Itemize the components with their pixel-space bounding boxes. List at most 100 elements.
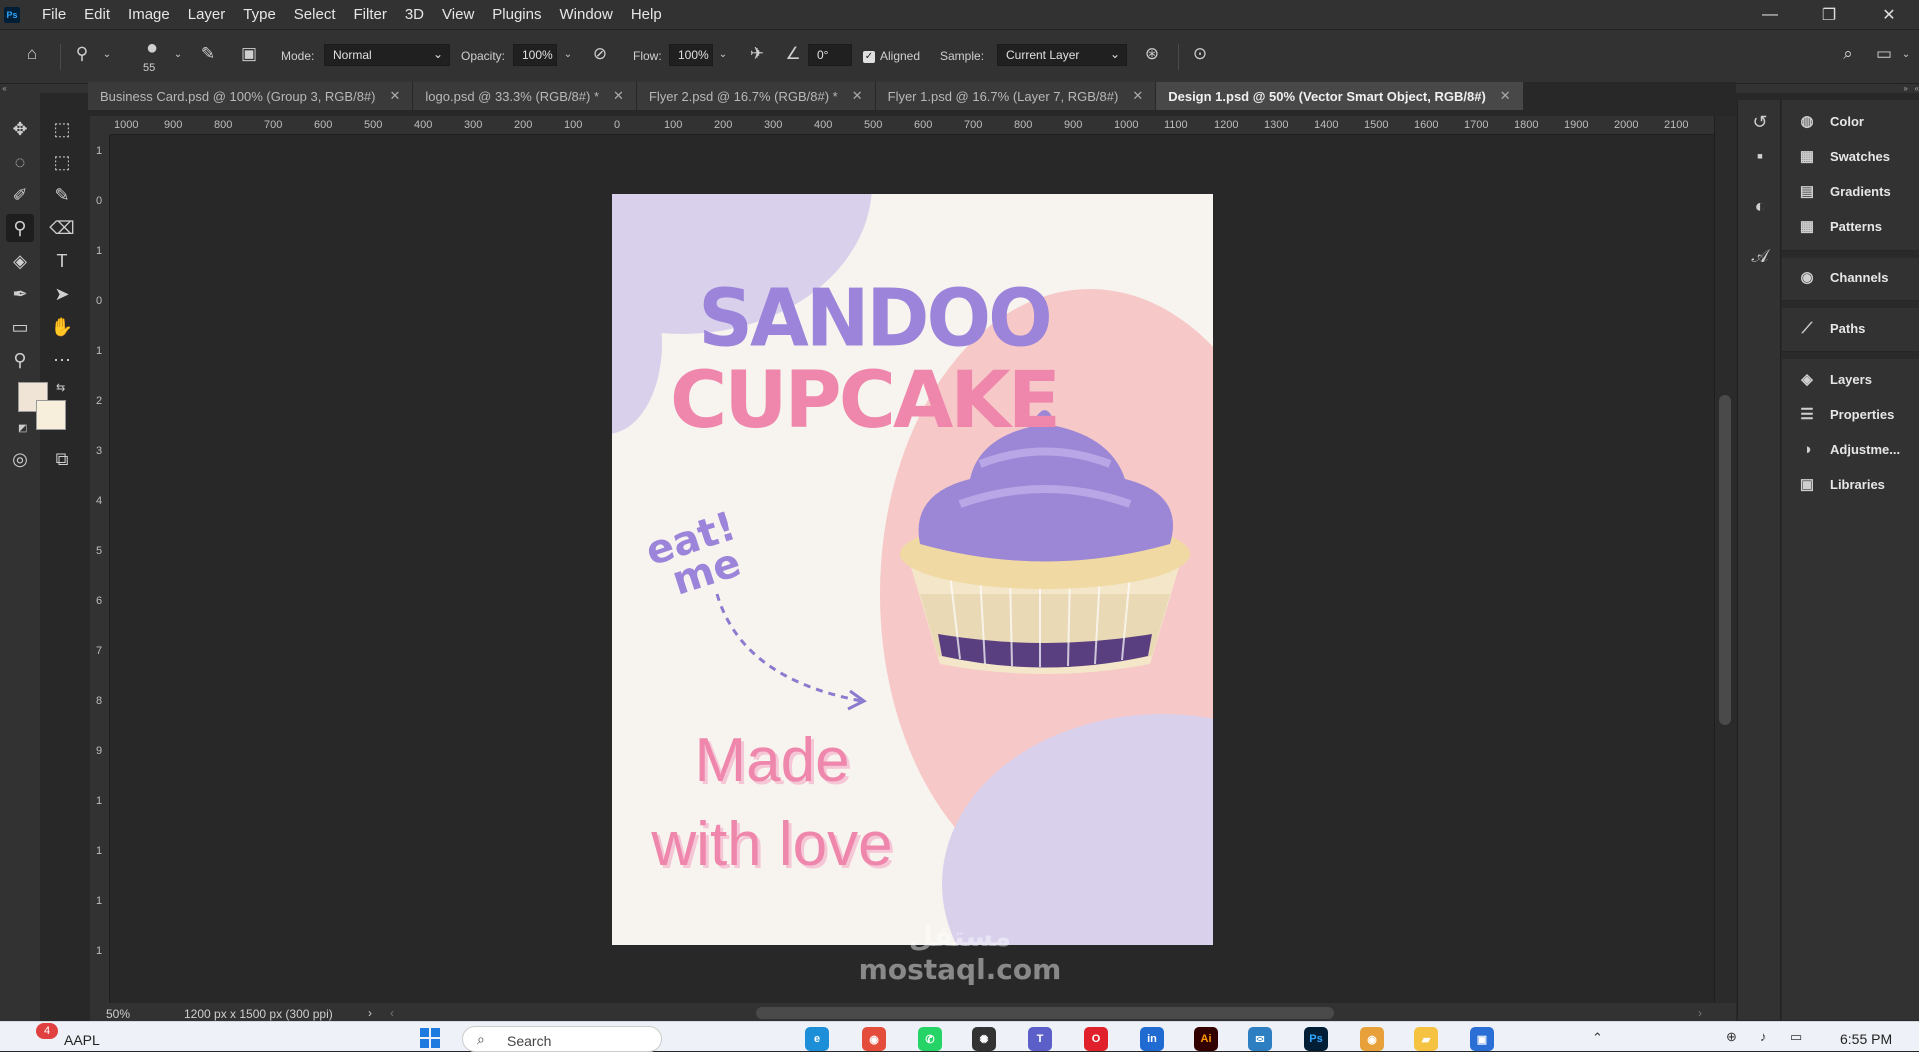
search-box[interactable]: ⌕ Search bbox=[462, 1026, 662, 1052]
home-icon[interactable]: ⌂ bbox=[20, 42, 44, 66]
menu-view[interactable]: View bbox=[442, 6, 474, 23]
screen-mode-icon[interactable]: ⧉ bbox=[48, 445, 76, 473]
workspace-icon[interactable]: ▭ bbox=[1872, 42, 1896, 66]
tab-business-card[interactable]: Business Card.psd @ 100% (Group 3, RGB/8… bbox=[88, 82, 414, 110]
lasso-tool-icon[interactable]: ◌ bbox=[6, 148, 34, 176]
marquee-tool-icon[interactable]: ⬚ bbox=[48, 115, 76, 143]
move-tool-icon[interactable]: ✥ bbox=[6, 115, 34, 143]
pressure-size-icon[interactable]: ⊙ bbox=[1188, 42, 1212, 66]
chrome-icon[interactable]: ◉ bbox=[862, 1027, 886, 1051]
sample-select[interactable]: Current Layer ⌄ bbox=[997, 44, 1127, 66]
store-icon[interactable]: ▣ bbox=[1470, 1027, 1494, 1051]
scroll-right-icon[interactable]: › bbox=[1698, 1006, 1702, 1020]
menu-file[interactable]: File bbox=[42, 6, 66, 23]
minimize-icon[interactable]: — bbox=[1747, 0, 1793, 29]
menu-help[interactable]: Help bbox=[631, 6, 662, 23]
scrollbar-thumb[interactable] bbox=[1719, 395, 1731, 725]
document-info[interactable]: 1200 px x 1500 px (300 ppi) bbox=[184, 1007, 333, 1021]
aligned-checkbox[interactable]: ✓ bbox=[863, 51, 875, 63]
photoshop-taskbar-icon[interactable]: Ps bbox=[1304, 1027, 1328, 1051]
scroll-left-icon[interactable]: ‹ bbox=[390, 1006, 394, 1020]
close-icon[interactable]: ✕ bbox=[1866, 0, 1912, 29]
stock-ticker[interactable]: AAPL bbox=[64, 1032, 100, 1048]
opacity-input[interactable]: 100% bbox=[513, 44, 557, 66]
menu-image[interactable]: Image bbox=[128, 6, 170, 23]
search-icon[interactable]: ⌕ bbox=[1836, 42, 1860, 66]
pressure-opacity-icon[interactable]: ⊘ bbox=[588, 42, 612, 66]
history-icon[interactable]: ↺ bbox=[1746, 108, 1774, 136]
clone-stamp-tool-icon[interactable]: ⚲ bbox=[6, 214, 34, 242]
chevron-down-icon[interactable]: ⌄ bbox=[1894, 42, 1918, 66]
rectangle-tool-icon[interactable]: ▭ bbox=[6, 313, 34, 341]
menu-filter[interactable]: Filter bbox=[354, 6, 387, 23]
quick-mask-icon[interactable]: ◎ bbox=[6, 445, 34, 473]
panel-adjustments[interactable]: ◑ Adjustme... bbox=[1796, 440, 1900, 458]
background-color-swatch[interactable] bbox=[36, 400, 66, 430]
eyedropper-tool-icon[interactable]: ✐ bbox=[6, 181, 34, 209]
object-select-tool-icon[interactable]: ⬚ bbox=[48, 148, 76, 176]
restore-icon[interactable]: ❐ bbox=[1806, 0, 1852, 29]
tray-chevron-icon[interactable]: ⌃ bbox=[1592, 1030, 1603, 1046]
panel-swatches[interactable]: ▦ Swatches bbox=[1796, 147, 1890, 165]
ignore-adjustment-layers-icon[interactable]: ⊛ bbox=[1140, 42, 1164, 66]
opera-icon[interactable]: O bbox=[1084, 1027, 1108, 1051]
paint-bucket-tool-icon[interactable]: ◈ bbox=[6, 247, 34, 275]
swap-colors-icon[interactable]: ⇆ bbox=[56, 381, 65, 394]
panel-paths[interactable]: ⟋ Paths bbox=[1796, 319, 1866, 337]
linkedin-icon[interactable]: in bbox=[1140, 1027, 1164, 1051]
pen-tool-icon[interactable]: ✒ bbox=[6, 280, 34, 308]
menu-plugins[interactable]: Plugins bbox=[492, 6, 541, 23]
mode-select[interactable]: Normal ⌄ bbox=[324, 44, 450, 66]
clone-stamp-tool-preset-icon[interactable]: ⚲ bbox=[70, 42, 94, 66]
tab-flyer-2[interactable]: Flyer 2.psd @ 16.7% (RGB/8#) * ✕ bbox=[636, 82, 876, 110]
brush-tool-icon[interactable]: ✎ bbox=[48, 181, 76, 209]
whatsapp-icon[interactable]: ✆ bbox=[918, 1027, 942, 1051]
airbrush-icon[interactable]: ✈ bbox=[745, 42, 769, 66]
glyphs-icon[interactable]: 𝒜 bbox=[1746, 242, 1774, 270]
zoom-level[interactable]: 50% bbox=[106, 1007, 130, 1021]
menu-3d[interactable]: 3D bbox=[405, 6, 424, 23]
default-colors-icon[interactable]: ◩ bbox=[18, 423, 27, 434]
file-explorer-icon[interactable]: ▰ bbox=[1414, 1027, 1438, 1051]
path-select-tool-icon[interactable]: ➤ bbox=[48, 280, 76, 308]
panel-properties[interactable]: ☰ Properties bbox=[1796, 405, 1894, 423]
chevron-right-icon[interactable]: › bbox=[368, 1006, 372, 1020]
document-canvas[interactable]: SANDOO CUPCAKE eat! me Made with love bbox=[612, 194, 1213, 945]
tab-design-1[interactable]: Design 1.psd @ 50% (Vector Smart Object,… bbox=[1156, 82, 1524, 110]
tab-logo[interactable]: logo.psd @ 33.3% (RGB/8#) * ✕ bbox=[413, 82, 637, 110]
chevron-down-icon[interactable]: ⌄ bbox=[166, 42, 190, 66]
vertical-ruler[interactable]: 1 0 1 0 1 2 3 4 5 6 7 8 9 1 1 1 1 bbox=[90, 135, 110, 1003]
menu-select[interactable]: Select bbox=[294, 6, 336, 23]
more-tools-icon[interactable]: ⋯ bbox=[48, 346, 76, 374]
eraser-tool-icon[interactable]: ⌫ bbox=[48, 214, 76, 242]
chatgpt-icon[interactable]: ✺ bbox=[972, 1027, 996, 1051]
clock-time[interactable]: 6:55 PM bbox=[1840, 1031, 1892, 1047]
clone-source-icon[interactable]: ▣ bbox=[237, 42, 261, 66]
panel-patterns[interactable]: ▦ Patterns bbox=[1796, 217, 1882, 235]
panel-color[interactable]: ◍ Color bbox=[1796, 112, 1864, 130]
hand-tool-icon[interactable]: ✋ bbox=[48, 313, 76, 341]
chevron-down-icon[interactable]: ⌄ bbox=[556, 42, 580, 66]
close-icon[interactable]: ✕ bbox=[1132, 88, 1143, 104]
edge-icon[interactable]: e bbox=[805, 1027, 829, 1051]
comments-icon[interactable]: ▪ bbox=[1746, 142, 1774, 170]
brush-settings-icon[interactable]: ✎ bbox=[196, 42, 220, 66]
windows-start-icon[interactable] bbox=[420, 1028, 440, 1048]
chevron-down-icon[interactable]: ⌄ bbox=[95, 42, 119, 66]
panel-libraries[interactable]: ▣ Libraries bbox=[1796, 475, 1885, 493]
flow-input[interactable]: 100% bbox=[669, 44, 713, 66]
panel-gradients[interactable]: ▤ Gradients bbox=[1796, 182, 1891, 200]
battery-icon[interactable]: ▭ bbox=[1790, 1029, 1802, 1045]
illustrator-icon[interactable]: Ai bbox=[1194, 1027, 1218, 1051]
chevron-down-icon[interactable]: ⌄ bbox=[711, 42, 735, 66]
horizontal-scrollbar-thumb[interactable] bbox=[756, 1007, 1334, 1019]
type-tool-icon[interactable]: T bbox=[48, 247, 76, 275]
panel-layers[interactable]: ◈ Layers bbox=[1796, 370, 1872, 388]
teams-icon[interactable]: T bbox=[1028, 1027, 1052, 1051]
volume-icon[interactable]: ♪ bbox=[1760, 1029, 1767, 1044]
toolbar-collapse-strip[interactable]: « bbox=[0, 84, 88, 93]
tab-flyer-1[interactable]: Flyer 1.psd @ 16.7% (Layer 7, RGB/8#) ✕ bbox=[875, 82, 1157, 110]
angle-input[interactable]: 0° bbox=[808, 44, 852, 66]
horizontal-ruler[interactable]: 1000 900 800 700 600 500 400 300 200 100 0 100 200 30… bbox=[110, 116, 1714, 135]
menu-layer[interactable]: Layer bbox=[188, 6, 226, 23]
